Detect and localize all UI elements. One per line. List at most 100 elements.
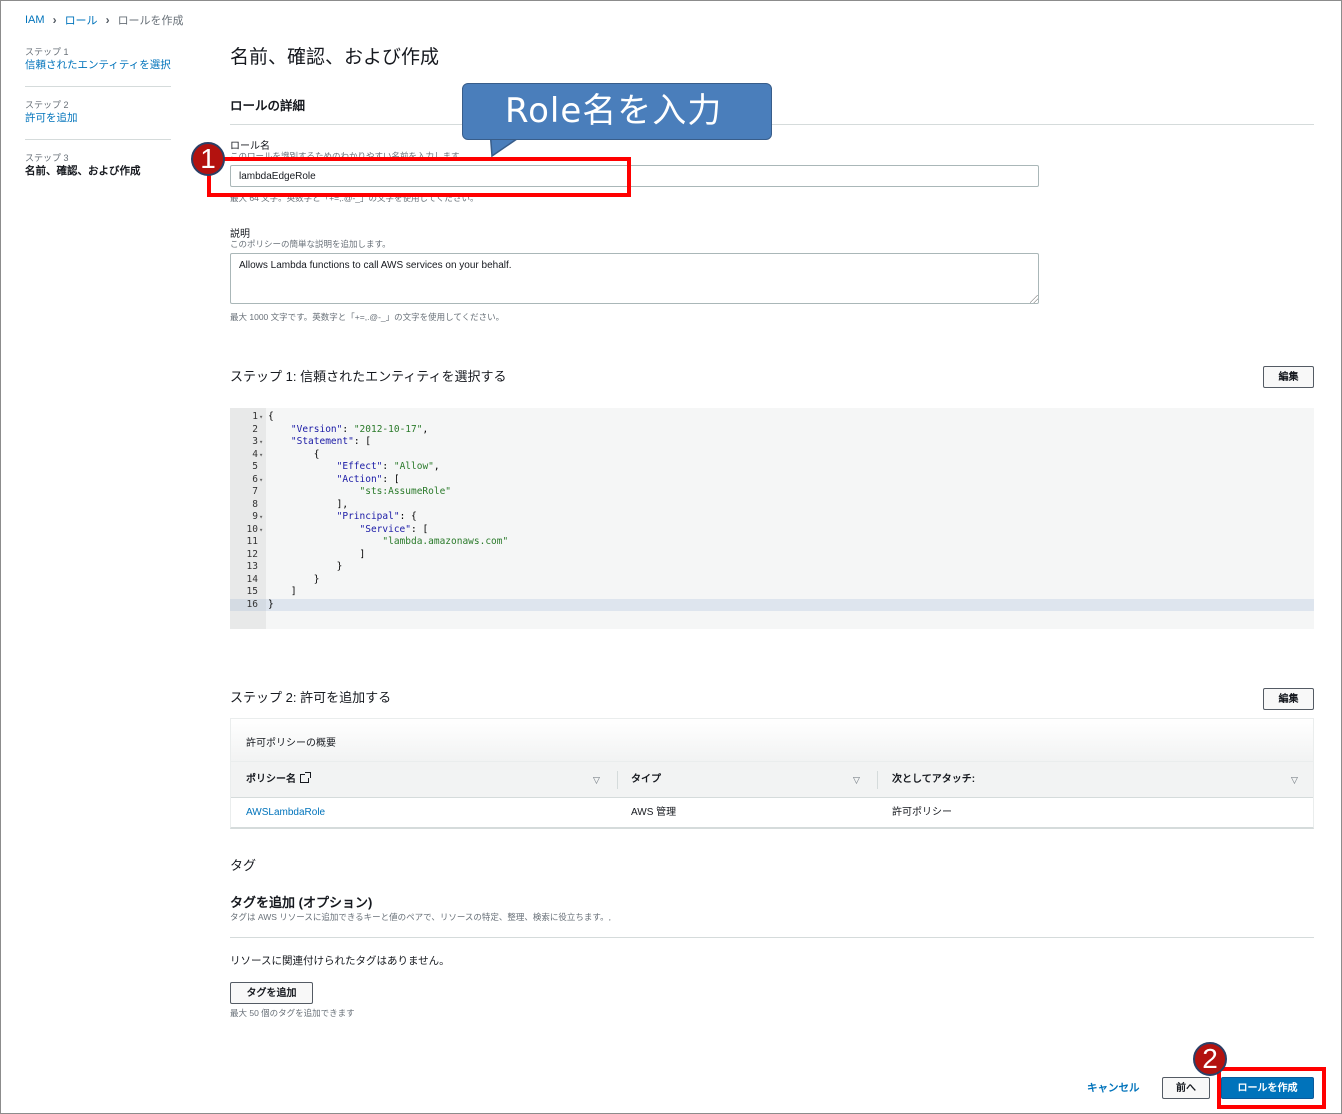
description-textarea[interactable]: Allows Lambda functions to call AWS serv… [230,253,1039,304]
code-text: { [268,448,320,460]
step-number: ステップ 3 [25,153,69,163]
divider [230,124,1314,125]
line-number: 3 [252,436,258,447]
no-tags-message: リソースに関連付けられたタグはありません。 [230,955,450,967]
breadcrumb: IAM › ロール › ロールを作成 [25,12,184,28]
step-number: ステップ 2 [25,100,69,110]
line-number: 16 [246,598,258,610]
code-line: 7 "sts:AssumeRole" [230,486,1314,499]
code-line: 14 } [230,574,1314,587]
column-label: タイプ [631,774,661,785]
code-line: 16} [230,598,1314,611]
tags-heading: タグ [230,858,257,873]
column-type[interactable]: タイプ ▽ [631,762,871,798]
tag-limit-hint: 最大 50 個のタグを追加できます [230,1008,355,1018]
resize-handle-icon[interactable] [1030,295,1038,303]
code-line: 9 ▾ "Principal": { [230,511,1314,524]
fold-toggle-icon[interactable]: ▾ [259,449,263,462]
annotation-highlight-create-button [1217,1067,1326,1109]
breadcrumb-roles[interactable]: ロール [65,12,98,28]
code-text: "Statement": [ [290,436,371,447]
fold-toggle-icon[interactable]: ▾ [259,474,263,487]
fold-toggle-icon[interactable]: ▾ [259,524,263,537]
wizard-step-2[interactable]: ステップ 2 許可を追加 [25,97,171,140]
line-number: 4 [252,448,258,460]
column-attached-as[interactable]: 次としてアタッチ: ▽ [892,762,1307,798]
breadcrumb-current: ロールを作成 [117,15,184,27]
annotation-badge-2: 2 [1193,1042,1227,1076]
permissions-policy-table: 許可ポリシーの概要 ポリシー名 ▽ タイプ ▽ 次としてアタッチ: ▽ AWSL… [230,718,1314,829]
step-number: ステップ 1 [25,47,69,57]
annotation-callout: Role名を入力 [462,83,772,140]
line-number: 2 [252,423,258,435]
code-line: 10 ▾ "Service": [ [230,524,1314,537]
code-text: { [268,411,274,422]
code-line: 8 ], [230,499,1314,512]
code-line: 3 ▾ "Statement": [ [230,436,1314,449]
description-hint: 最大 1000 文字です。英数字と「+=,.@-_」の文字を使用してください。 [230,312,505,322]
code-text: "lambda.amazonaws.com" [382,536,509,547]
code-text: ] [268,586,297,597]
line-number: 8 [252,498,258,510]
trust-policy-editor[interactable]: 1 ▾{2 "Version": "2012-10-17", 3 ▾ "Stateme… [230,408,1314,629]
policy-attached-cell: 許可ポリシー [892,807,952,818]
code-text: "Effect": "Allow", [336,461,440,472]
line-number: 14 [246,573,258,585]
step1-heading: ステップ 1: 信頼されたエンティティを選択する [230,369,507,384]
code-line: 2 "Version": "2012-10-17", [230,424,1314,437]
line-number: 13 [246,561,258,572]
code-text: "Action": [ [336,473,400,485]
fold-toggle-icon[interactable]: ▾ [259,436,263,449]
column-divider [877,771,878,789]
line-number: 15 [246,586,258,597]
policy-link[interactable]: AWSLambdaRole [246,807,325,818]
wizard-step-1[interactable]: ステップ 1 信頼されたエンティティを選択 [25,44,171,87]
add-tags-title: タグを追加 (オプション) [230,895,373,910]
annotation-highlight-role-name [207,157,631,197]
code-text: } [268,561,343,572]
external-link-icon [300,772,311,783]
sort-down-icon[interactable]: ▽ [853,762,860,798]
policy-name-cell: AWSLambdaRole [246,798,325,827]
step-link[interactable]: 信頼されたエンティティを選択 [25,58,171,72]
add-tag-button[interactable]: タグを追加 [230,982,313,1004]
wizard-steps: ステップ 1 信頼されたエンティティを選択 ステップ 2 許可を追加 ステップ … [25,44,171,203]
code-line: 1 ▾ { [230,411,1314,424]
code-line: 13 } [230,561,1314,574]
line-number: 6 [252,473,258,485]
sort-down-icon[interactable]: ▽ [593,762,600,798]
add-tags-description: タグは AWS リソースに追加できるキーと値のペアで、リソースの特定、整理、検索… [230,912,611,922]
column-policy-name[interactable]: ポリシー名 ▽ [246,762,616,798]
code-line: 6 ▾ "Action": [ [230,474,1314,487]
breadcrumb-iam[interactable]: IAM [25,14,45,26]
fold-toggle-icon[interactable]: ▾ [259,411,263,424]
code-text: "sts:AssumeRole" [359,486,452,497]
code-text: ], [268,498,349,510]
wizard-step-3: ステップ 3 名前、確認、および作成 [25,150,171,193]
code-text: "Principal": { [336,511,417,522]
policy-type-cell: AWS 管理 [631,807,677,818]
code-line: 11 "lambda.amazonaws.com" [230,536,1314,549]
code-text: } [268,573,320,585]
column-label: ポリシー名 [246,774,296,785]
code-line: 12 ] [230,549,1314,562]
table-header: ポリシー名 ▽ タイプ ▽ 次としてアタッチ: ▽ [231,762,1313,798]
column-divider [617,771,618,789]
code-line: 15 ] [230,586,1314,599]
step2-edit-button[interactable]: 編集 [1263,688,1314,710]
previous-button[interactable]: 前へ [1162,1077,1210,1099]
code-line: 5 "Effect": "Allow", [230,461,1314,474]
description-help: このポリシーの簡単な説明を追加します。 [230,239,391,249]
divider [230,937,1314,938]
line-number: 10 [246,523,258,535]
chevron-right-icon: › [105,13,110,27]
step-link[interactable]: 許可を追加 [25,111,171,125]
line-number: 11 [246,536,258,547]
step1-edit-button[interactable]: 編集 [1263,366,1314,388]
cancel-button[interactable]: キャンセル [1087,1080,1140,1095]
step2-heading: ステップ 2: 許可を追加する [230,690,392,705]
sort-down-icon[interactable]: ▽ [1291,762,1298,798]
chevron-right-icon: › [52,13,57,27]
code-text: } [268,598,274,610]
fold-toggle-icon[interactable]: ▾ [259,511,263,524]
